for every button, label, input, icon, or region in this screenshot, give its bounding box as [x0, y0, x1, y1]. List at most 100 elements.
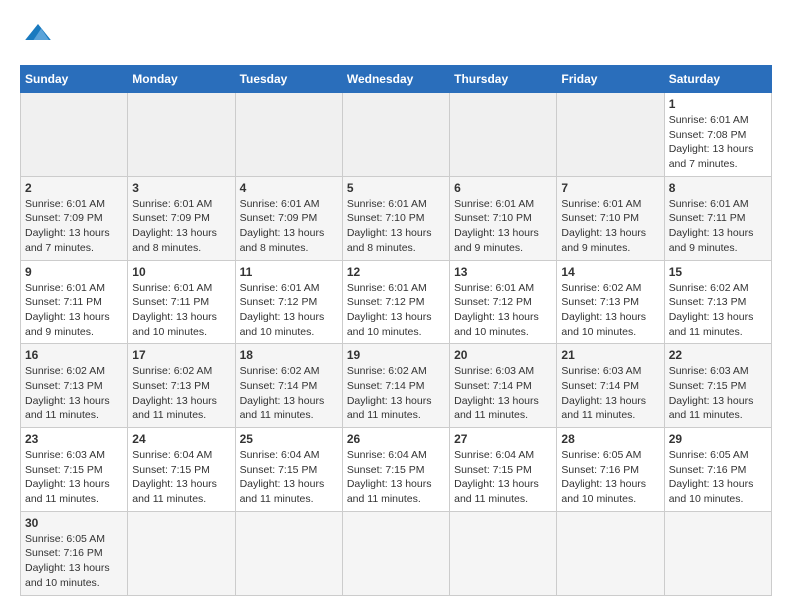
calendar-cell: 5Sunrise: 6:01 AMSunset: 7:10 PMDaylight… [342, 176, 449, 260]
calendar-cell [342, 511, 449, 595]
calendar-cell: 24 Sunrise: 6:04 AMSunset: 7:15 PMDayligh… [128, 428, 235, 512]
calendar-cell: 6Sunrise: 6:01 AMSunset: 7:10 PMDaylight… [450, 176, 557, 260]
calendar-cell [128, 511, 235, 595]
calendar-cell [664, 511, 771, 595]
calendar-cell: 3 Sunrise: 6:01 AMSunset: 7:09 PMDaylight… [128, 176, 235, 260]
calendar-cell: 20Sunrise: 6:03 AMSunset: 7:14 PMDayligh… [450, 344, 557, 428]
day-number: 11 [240, 265, 338, 279]
calendar-cell: 30Sunrise: 6:05 AMSunset: 7:16 PMDayligh… [21, 511, 128, 595]
calendar-cell [235, 93, 342, 177]
day-info: Sunrise: 6:02 AMSunset: 7:14 PMDaylight:… [347, 364, 445, 423]
day-info: Sunrise: 6:01 AMSunset: 7:08 PMDaylight:… [669, 113, 767, 172]
day-info: Sunrise: 6:01 AMSunset: 7:09 PMDaylight:… [25, 197, 123, 256]
day-info: Sunrise: 6:01 AMSunset: 7:11 PMDaylight:… [25, 281, 123, 340]
calendar-cell [342, 93, 449, 177]
day-number: 8 [669, 181, 767, 195]
calendar-cell: 29 Sunrise: 6:05 AMSunset: 7:16 PMDayligh… [664, 428, 771, 512]
calendar-cell: 27 Sunrise: 6:04 AMSunset: 7:15 PMDayligh… [450, 428, 557, 512]
calendar-cell [128, 93, 235, 177]
day-number: 6 [454, 181, 552, 195]
day-number: 9 [25, 265, 123, 279]
calendar-cell: 28 Sunrise: 6:05 AMSunset: 7:16 PMDayligh… [557, 428, 664, 512]
calendar-cell: 22Sunrise: 6:03 AMSunset: 7:15 PMDayligh… [664, 344, 771, 428]
day-number: 28 [561, 432, 659, 446]
calendar-cell: 11 Sunrise: 6:01 AMSunset: 7:12 PMDayligh… [235, 260, 342, 344]
day-info: Sunrise: 6:01 AMSunset: 7:11 PMDaylight:… [132, 281, 230, 340]
day-number: 25 [240, 432, 338, 446]
day-number: 27 [454, 432, 552, 446]
day-number: 24 [132, 432, 230, 446]
day-info: Sunrise: 6:01 AMSunset: 7:09 PMDaylight:… [132, 197, 230, 256]
calendar-cell: 14Sunrise: 6:02 AMSunset: 7:13 PMDayligh… [557, 260, 664, 344]
calendar-cell: 7Sunrise: 6:01 AMSunset: 7:10 PMDaylight… [557, 176, 664, 260]
weekday-header-tuesday: Tuesday [235, 66, 342, 93]
calendar-cell: 2 Sunrise: 6:01 AMSunset: 7:09 PMDaylight… [21, 176, 128, 260]
day-info: Sunrise: 6:03 AMSunset: 7:14 PMDaylight:… [561, 364, 659, 423]
calendar-cell [450, 511, 557, 595]
calendar-cell: 16 Sunrise: 6:02 AMSunset: 7:13 PMDayligh… [21, 344, 128, 428]
day-number: 10 [132, 265, 230, 279]
calendar-cell: 10 Sunrise: 6:01 AMSunset: 7:11 PMDayligh… [128, 260, 235, 344]
calendar-cell: 12 Sunrise: 6:01 AMSunset: 7:12 PMDayligh… [342, 260, 449, 344]
weekday-header-friday: Friday [557, 66, 664, 93]
calendar-row-3: 16 Sunrise: 6:02 AMSunset: 7:13 PMDayligh… [21, 344, 772, 428]
calendar-cell: 4 Sunrise: 6:01 AMSunset: 7:09 PMDaylight… [235, 176, 342, 260]
calendar-row-5: 30Sunrise: 6:05 AMSunset: 7:16 PMDayligh… [21, 511, 772, 595]
weekday-header-row: SundayMondayTuesdayWednesdayThursdayFrid… [21, 66, 772, 93]
day-number: 16 [25, 348, 123, 362]
calendar-cell [557, 93, 664, 177]
calendar-cell: 26Sunrise: 6:04 AMSunset: 7:15 PMDayligh… [342, 428, 449, 512]
calendar-cell [450, 93, 557, 177]
day-number: 5 [347, 181, 445, 195]
day-info: Sunrise: 6:04 AMSunset: 7:15 PMDaylight:… [132, 448, 230, 507]
calendar-cell [21, 93, 128, 177]
day-info: Sunrise: 6:05 AMSunset: 7:16 PMDaylight:… [25, 532, 123, 591]
day-info: Sunrise: 6:01 AMSunset: 7:09 PMDaylight:… [240, 197, 338, 256]
calendar-cell: 13Sunrise: 6:01 AMSunset: 7:12 PMDayligh… [450, 260, 557, 344]
page-header [20, 20, 772, 49]
calendar-cell: 21 Sunrise: 6:03 AMSunset: 7:14 PMDayligh… [557, 344, 664, 428]
calendar-cell: 18 Sunrise: 6:02 AMSunset: 7:14 PMDayligh… [235, 344, 342, 428]
calendar-cell: 23Sunrise: 6:03 AMSunset: 7:15 PMDayligh… [21, 428, 128, 512]
day-info: Sunrise: 6:03 AMSunset: 7:14 PMDaylight:… [454, 364, 552, 423]
weekday-header-sunday: Sunday [21, 66, 128, 93]
day-number: 7 [561, 181, 659, 195]
day-number: 2 [25, 181, 123, 195]
day-number: 29 [669, 432, 767, 446]
day-number: 21 [561, 348, 659, 362]
calendar-cell: 8Sunrise: 6:01 AMSunset: 7:11 PMDaylight… [664, 176, 771, 260]
day-number: 1 [669, 97, 767, 111]
day-number: 19 [347, 348, 445, 362]
day-info: Sunrise: 6:02 AMSunset: 7:14 PMDaylight:… [240, 364, 338, 423]
calendar-cell: 1 Sunrise: 6:01 AMSunset: 7:08 PMDaylight… [664, 93, 771, 177]
day-number: 3 [132, 181, 230, 195]
day-info: Sunrise: 6:04 AMSunset: 7:15 PMDaylight:… [347, 448, 445, 507]
day-info: Sunrise: 6:02 AMSunset: 7:13 PMDaylight:… [669, 281, 767, 340]
logo-icon [22, 20, 54, 44]
day-info: Sunrise: 6:02 AMSunset: 7:13 PMDaylight:… [25, 364, 123, 423]
day-number: 4 [240, 181, 338, 195]
day-info: Sunrise: 6:01 AMSunset: 7:12 PMDaylight:… [347, 281, 445, 340]
day-info: Sunrise: 6:05 AMSunset: 7:16 PMDaylight:… [561, 448, 659, 507]
weekday-header-thursday: Thursday [450, 66, 557, 93]
day-info: Sunrise: 6:02 AMSunset: 7:13 PMDaylight:… [132, 364, 230, 423]
calendar-cell [557, 511, 664, 595]
day-info: Sunrise: 6:01 AMSunset: 7:12 PMDaylight:… [454, 281, 552, 340]
day-info: Sunrise: 6:04 AMSunset: 7:15 PMDaylight:… [454, 448, 552, 507]
weekday-header-monday: Monday [128, 66, 235, 93]
calendar-cell: 17 Sunrise: 6:02 AMSunset: 7:13 PMDayligh… [128, 344, 235, 428]
calendar-cell [235, 511, 342, 595]
day-number: 17 [132, 348, 230, 362]
day-number: 14 [561, 265, 659, 279]
day-info: Sunrise: 6:05 AMSunset: 7:16 PMDaylight:… [669, 448, 767, 507]
day-number: 18 [240, 348, 338, 362]
logo [20, 20, 54, 49]
day-number: 12 [347, 265, 445, 279]
calendar-cell: 25Sunrise: 6:04 AMSunset: 7:15 PMDayligh… [235, 428, 342, 512]
calendar-row-2: 9 Sunrise: 6:01 AMSunset: 7:11 PMDaylight… [21, 260, 772, 344]
weekday-header-saturday: Saturday [664, 66, 771, 93]
day-number: 22 [669, 348, 767, 362]
weekday-header-wednesday: Wednesday [342, 66, 449, 93]
calendar-row-0: 1 Sunrise: 6:01 AMSunset: 7:08 PMDaylight… [21, 93, 772, 177]
day-info: Sunrise: 6:01 AMSunset: 7:12 PMDaylight:… [240, 281, 338, 340]
